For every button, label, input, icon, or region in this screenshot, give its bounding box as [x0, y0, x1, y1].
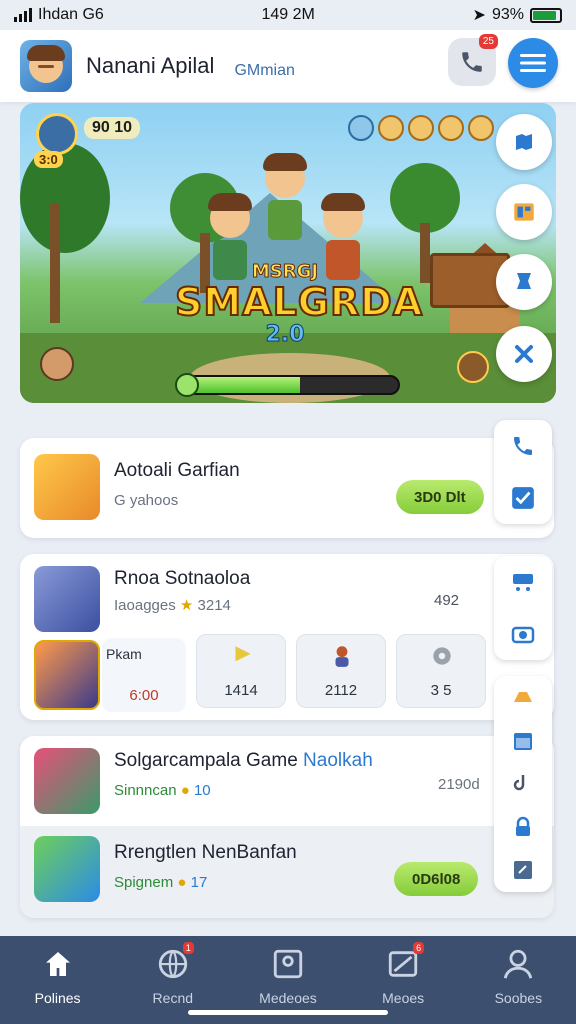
character-icon	[438, 115, 464, 141]
header-subtitle: GMmian	[234, 62, 295, 79]
phone-icon[interactable]	[511, 434, 535, 458]
cart-icon[interactable]	[510, 570, 536, 594]
play-button[interactable]: 0D6l08	[394, 862, 479, 896]
character-icon	[468, 115, 494, 141]
game-stat: 2190d	[438, 776, 480, 793]
shield-icon	[457, 351, 489, 383]
avatar[interactable]	[20, 40, 72, 92]
nav-badge: 1	[182, 942, 194, 954]
reward-tile[interactable]: 1414	[196, 634, 286, 708]
nav-badge: 6	[413, 942, 425, 954]
signal-icon	[14, 8, 32, 22]
game-title: Rrengtlen NenBanfan	[114, 842, 297, 863]
game-logo: MSRGJ SMALGRDA 2.0	[174, 261, 424, 348]
gold-icon[interactable]	[509, 686, 537, 710]
nav-home[interactable]: Polines	[8, 944, 108, 1006]
gear-icon	[433, 647, 451, 665]
game-banner[interactable]: MSRGJ SMALGRDA 2.0 90 10 3:0	[20, 103, 556, 403]
game-thumbnail	[34, 566, 100, 632]
nav-profile[interactable]: Soobes	[468, 944, 568, 1006]
home-indicator	[188, 1010, 388, 1015]
game-list-card: Solgarcampala Game Naolkah Sinnncan ● 10…	[20, 736, 554, 918]
nav-messages[interactable]: 6 Meoes	[353, 942, 453, 1006]
status-bar: Ihdan G6 149 2M ➤ 93%	[0, 0, 576, 30]
lock-icon[interactable]	[511, 815, 535, 839]
featured-thumbnail[interactable]	[34, 640, 100, 710]
quick-actions-panel	[494, 676, 552, 892]
coin-icon	[378, 115, 404, 141]
frame-icon	[273, 949, 303, 979]
edit-icon[interactable]	[511, 858, 535, 882]
battery-label: 93%	[491, 6, 524, 23]
game-meta: Sinnncan ● 10	[114, 782, 211, 799]
call-button[interactable]: 25	[448, 34, 498, 86]
hamburger-icon	[520, 54, 546, 72]
game-thumbnail	[34, 454, 100, 520]
quick-actions-panel	[494, 420, 552, 524]
game-stat: 492	[434, 592, 460, 609]
map-button[interactable]	[496, 114, 552, 170]
player-avatar[interactable]	[36, 113, 78, 155]
game-title: Aotoali Garfian	[114, 460, 240, 481]
inventory-icon	[514, 203, 534, 221]
call-badge: 25	[478, 34, 498, 49]
trophy-icon	[517, 273, 531, 289]
reward-tile[interactable]: 2112	[296, 634, 386, 708]
npc-icon	[40, 347, 74, 381]
clock: 149 2M	[261, 6, 315, 23]
quick-actions-panel	[494, 556, 552, 660]
location-icon: ➤	[472, 7, 486, 24]
profile-icon	[504, 949, 533, 979]
reward-tile[interactable]: 3 5	[396, 634, 486, 708]
game-thumbnail	[34, 836, 100, 902]
level-progress-bar	[178, 375, 400, 395]
game-title: Rnoa Sotnaoloa	[114, 568, 251, 589]
phone-icon	[462, 52, 482, 72]
app-header: Nanani Apilal GMmian 25	[0, 30, 576, 102]
list-item[interactable]: Solgarcampala Game Naolkah Sinnncan ● 10…	[20, 736, 554, 826]
inventory-button[interactable]	[496, 184, 552, 240]
page-title: Nanani Apilal	[86, 53, 215, 78]
battery-icon	[529, 7, 562, 23]
hook-icon[interactable]	[511, 772, 535, 796]
game-thumbnail	[34, 748, 100, 814]
game-meta: Spignem ● 17	[114, 874, 208, 891]
home-icon	[45, 952, 70, 976]
play-button[interactable]: 3D0 Dlt	[396, 480, 484, 514]
game-card[interactable]: Aotoali Garfian G yahoos 3D0 Dlt	[20, 438, 554, 538]
close-button[interactable]	[496, 326, 552, 382]
gem-icon	[348, 115, 374, 141]
nav-record[interactable]: 1 Recnd	[123, 942, 223, 1006]
coin-icon	[408, 115, 434, 141]
coin-count: 3:0	[34, 151, 63, 168]
event-tile[interactable]: Pkam 6:00	[102, 638, 186, 712]
checkbox-icon[interactable]	[510, 485, 536, 511]
game-meta: G yahoos	[114, 492, 179, 509]
list-item[interactable]: Rrengtlen NenBanfan Spignem ● 17 0D6l08	[20, 826, 554, 918]
carrier-label: Ihdan G6	[38, 6, 104, 23]
score-display: 90 10	[84, 117, 141, 139]
menu-button[interactable]	[508, 38, 558, 88]
trophy-button[interactable]	[496, 254, 552, 310]
calendar-icon[interactable]	[511, 729, 535, 753]
progress-icon	[175, 373, 199, 397]
game-meta: Iaoagges ★ 3214	[114, 597, 231, 614]
game-card[interactable]: Rnoa Sotnaoloa Iaoagges ★ 3214 492 Pkam …	[20, 554, 554, 720]
map-icon	[516, 134, 532, 150]
flag-icon	[235, 646, 251, 662]
camera-icon[interactable]	[510, 622, 536, 646]
character-icon	[335, 646, 349, 667]
hud-icons	[348, 115, 494, 141]
close-icon	[515, 345, 533, 363]
nav-media[interactable]: Medeoes	[238, 944, 338, 1006]
game-title: Solgarcampala Game Naolkah	[114, 750, 373, 771]
